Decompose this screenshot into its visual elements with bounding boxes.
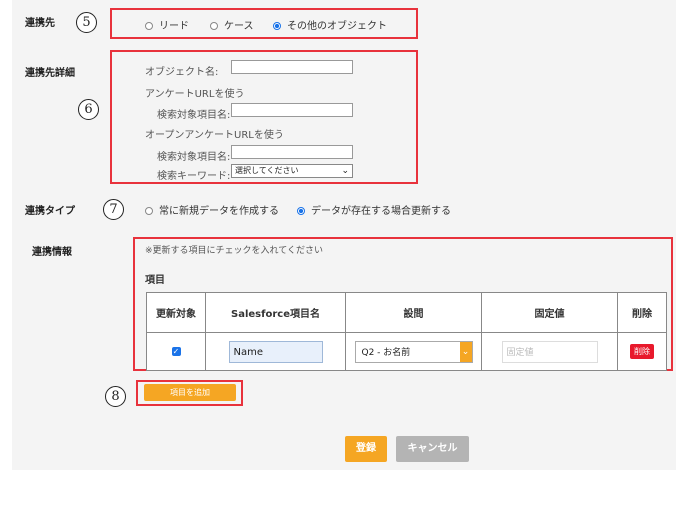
chevron-down-icon: ⌄ (341, 166, 349, 176)
object-name-label: オブジェクト名: (145, 67, 219, 78)
radio-other-object[interactable]: その他のオブジェクト (273, 17, 387, 32)
marker-8: 8 (105, 386, 126, 407)
radio-icon (145, 22, 153, 30)
survey-url-label: アンケートURLを使う (145, 89, 245, 100)
checkbox-checked[interactable]: ✓ (171, 346, 181, 356)
marker-5: 5 (76, 12, 97, 33)
radio-selected-icon (297, 207, 305, 215)
radio-icon (210, 22, 218, 30)
marker-7: 7 (103, 199, 124, 220)
radio-update-if-exists[interactable]: データが存在する場合更新する (297, 202, 451, 217)
update-target-cell: ✓ (146, 332, 206, 371)
details-label: 連携先詳細 (25, 68, 75, 79)
search-field-input-1[interactable] (231, 103, 353, 117)
fixed-value-input[interactable]: 固定値 (501, 340, 598, 363)
open-survey-url-label: オープンアンケートURLを使う (145, 130, 284, 141)
search-field-input-2[interactable] (231, 145, 353, 159)
sf-field-input[interactable]: Name (228, 340, 323, 363)
delete-cell: 削除 (617, 332, 667, 371)
object-name-input[interactable] (231, 60, 353, 74)
info-note: ※更新する項目にチェックを入れてください (145, 246, 324, 256)
cancel-button[interactable]: キャンセル (396, 436, 469, 462)
fixed-value-cell: 固定値 (481, 332, 618, 371)
radio-always-create[interactable]: 常に新規データを作成する (145, 202, 279, 217)
radio-icon (145, 207, 153, 215)
col-sf-field: Salesforce項目名 (205, 292, 346, 333)
radio-selected-icon (273, 22, 281, 30)
target-label: 連携先 (25, 18, 55, 29)
question-cell: Q2 - お名前 ⌄ (345, 332, 482, 371)
radio-case[interactable]: ケース (210, 17, 254, 32)
mapping-table: 更新対象 Salesforce項目名 設問 固定値 削除 ✓ Name Q2 -… (146, 292, 667, 371)
question-select[interactable]: Q2 - お名前 ⌄ (354, 340, 473, 363)
col-delete: 削除 (617, 292, 667, 333)
search-field-label-2: 検索対象項目名: (157, 152, 231, 163)
search-keyword-select[interactable]: 選択してください ⌄ (231, 164, 353, 178)
type-label: 連携タイプ (25, 206, 75, 217)
radio-lead[interactable]: リード (145, 17, 189, 32)
marker-6: 6 (78, 99, 99, 120)
search-field-label-1: 検索対象項目名: (157, 110, 231, 121)
search-keyword-label: 検索キーワード: (157, 171, 231, 182)
sf-field-cell: Name (205, 332, 346, 371)
col-update-target: 更新対象 (146, 292, 206, 333)
table-header-row: 更新対象 Salesforce項目名 設問 固定値 削除 (146, 292, 667, 333)
register-button[interactable]: 登録 (345, 436, 387, 462)
items-heading: 項目 (145, 275, 165, 286)
col-question: 設問 (345, 292, 482, 333)
col-fixed-value: 固定値 (481, 292, 618, 333)
chevron-down-icon: ⌄ (459, 341, 472, 362)
add-item-button[interactable]: 項目を追加 (144, 384, 236, 401)
info-label: 連携情報 (32, 247, 72, 258)
delete-button[interactable]: 削除 (630, 344, 654, 359)
table-row: ✓ Name Q2 - お名前 ⌄ 固定値 削除 (146, 332, 667, 371)
